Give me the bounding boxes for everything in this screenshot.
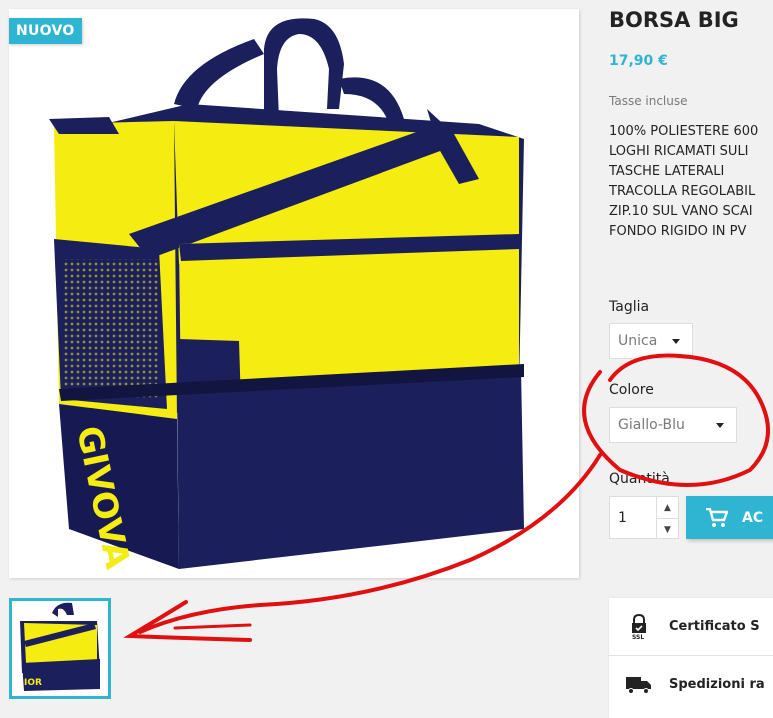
description-line: TRACOLLA REGOLABIL (609, 184, 756, 199)
reassurance-item-shipping: Spedizioni ra (609, 656, 773, 713)
description-line: LOGHI RICAMATI SULI (609, 144, 749, 159)
lock-ssl-icon: SSL (609, 613, 669, 640)
cart-icon (706, 507, 728, 527)
size-select-value: Unica (618, 333, 658, 349)
tax-note: Tasse incluse (609, 94, 688, 108)
product-title: BORSA BIG (609, 8, 739, 32)
quantity-label: Quantità (609, 471, 670, 487)
product-thumbnail[interactable]: IOR (9, 598, 111, 699)
description-line: ZIP.10 SUL VANO SCAI (609, 204, 753, 219)
product-main-image[interactable]: GIVOVA (9, 9, 579, 578)
chevron-up-icon[interactable]: ▲ (657, 497, 678, 518)
svg-text:SSL: SSL (632, 634, 644, 640)
size-label: Taglia (609, 299, 650, 315)
reassurance-item-ssl: SSL Certificato S (609, 598, 773, 655)
thumbnail-bag-image: IOR (20, 602, 100, 691)
description-line: FONDO RIGIDO IN PV (609, 224, 747, 239)
quantity-stepper: ▲ ▼ (656, 496, 679, 539)
color-select[interactable]: Giallo-Blu (609, 407, 737, 443)
reassurance-label: Certificato S (669, 619, 760, 634)
bag-illustration: GIVOVA (49, 18, 524, 573)
new-badge: NUOVO (9, 18, 82, 44)
color-label: Colore (609, 382, 654, 398)
product-description: 100% POLIESTERE 600 LOGHI RICAMATI SULI … (609, 122, 773, 242)
caret-down-icon (716, 423, 724, 428)
product-price: 17,90 € (609, 53, 668, 69)
color-select-value: Giallo-Blu (618, 417, 685, 433)
truck-icon (609, 676, 669, 694)
svg-text:IOR: IOR (24, 678, 42, 688)
add-to-cart-label: AC (742, 509, 764, 526)
quantity-input[interactable]: 1 (609, 496, 657, 539)
description-line: 100% POLIESTERE 600 (609, 124, 759, 139)
description-line: TASCHE LATERALI (609, 164, 725, 179)
chevron-down-icon[interactable]: ▼ (657, 518, 678, 540)
reassurance-label: Spedizioni ra (669, 677, 765, 692)
size-select[interactable]: Unica (609, 323, 693, 359)
add-to-cart-button[interactable]: AC (686, 496, 773, 539)
caret-down-icon (672, 339, 680, 344)
reassurance-block: SSL Certificato S Spedizioni ra (609, 598, 773, 718)
